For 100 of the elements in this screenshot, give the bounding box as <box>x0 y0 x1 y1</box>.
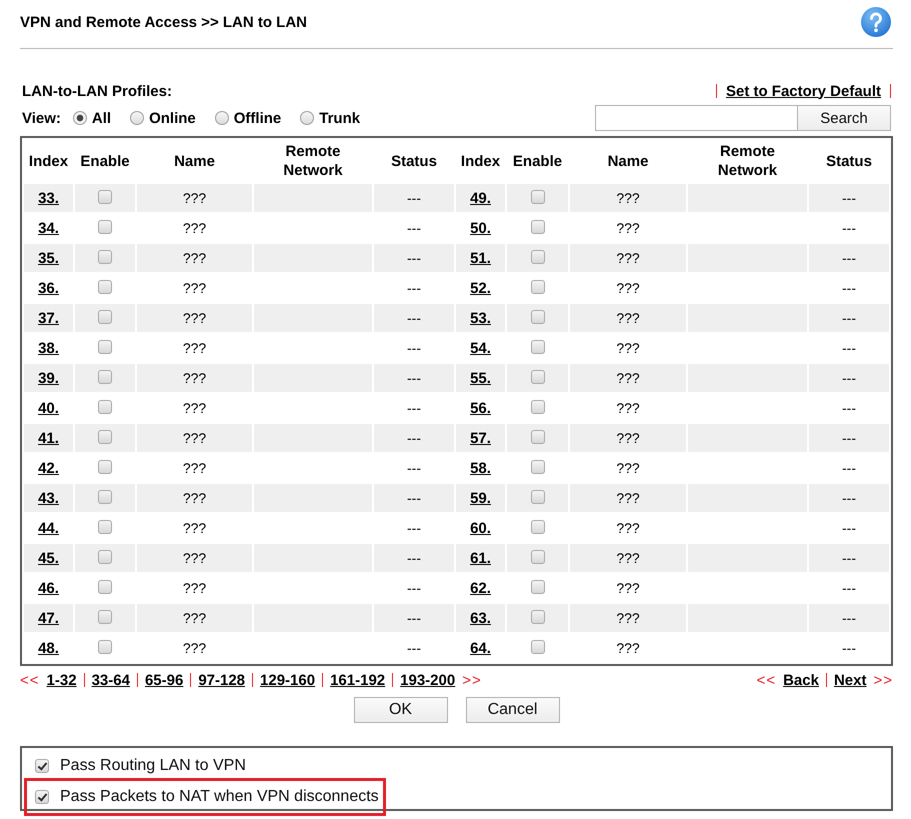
profile-link[interactable]: 57. <box>470 430 491 446</box>
checkbox[interactable] <box>530 640 544 654</box>
checkbox[interactable] <box>530 550 544 564</box>
page-link[interactable]: 33-64 <box>92 672 130 688</box>
profile-link[interactable]: 37. <box>38 310 59 326</box>
profile-link[interactable]: 54. <box>470 340 491 356</box>
checkbox[interactable] <box>530 520 544 534</box>
profile-link[interactable]: 44. <box>38 520 59 536</box>
view-label: View: <box>22 110 61 126</box>
page-link[interactable]: 97-128 <box>198 672 246 688</box>
checkbox[interactable] <box>530 610 544 624</box>
checkbox[interactable] <box>530 460 544 474</box>
radio-button[interactable] <box>72 111 87 125</box>
back-link[interactable]: Back <box>783 672 819 688</box>
checkbox[interactable] <box>98 220 112 234</box>
checkbox[interactable] <box>98 250 112 264</box>
profile-link[interactable]: 38. <box>38 340 59 356</box>
page-link[interactable]: 65-96 <box>144 672 184 688</box>
search-button[interactable]: Search <box>797 105 891 131</box>
profile-link[interactable]: 59. <box>470 490 491 506</box>
radio-button[interactable] <box>130 111 144 125</box>
checkbox[interactable] <box>98 310 112 324</box>
profile-link[interactable]: 41. <box>38 430 59 446</box>
profile-link[interactable]: 63. <box>470 610 491 626</box>
checkbox[interactable] <box>98 460 112 474</box>
radio-button[interactable] <box>300 111 314 125</box>
checkbox[interactable] <box>530 190 544 204</box>
profile-link[interactable]: 53. <box>470 310 491 326</box>
option-label[interactable]: Pass Routing LAN to VPN <box>60 757 246 775</box>
radio-label[interactable]: All <box>92 110 112 126</box>
profile-link[interactable]: 40. <box>38 400 59 416</box>
checkbox[interactable] <box>35 790 49 804</box>
profile-link[interactable]: 61. <box>470 550 491 566</box>
checkbox[interactable] <box>98 190 112 204</box>
ok-button[interactable]: OK <box>354 697 448 723</box>
table-cell: --- <box>809 484 889 512</box>
profile-link[interactable]: 42. <box>38 460 59 476</box>
table-cell: ??? <box>570 244 686 272</box>
checkbox[interactable] <box>98 580 112 594</box>
profile-link[interactable]: 36. <box>38 280 59 296</box>
checkbox[interactable] <box>98 280 112 294</box>
checkbox[interactable] <box>530 340 544 354</box>
checkbox[interactable] <box>98 610 112 624</box>
checkbox[interactable] <box>98 370 112 384</box>
table-cell-text: --- <box>841 279 857 298</box>
profile-link[interactable]: 43. <box>38 490 59 506</box>
radio-label[interactable]: Online <box>149 110 196 126</box>
checkbox[interactable] <box>530 310 544 324</box>
radio-button[interactable] <box>214 111 229 125</box>
table-cell: ??? <box>137 244 252 272</box>
next-link[interactable]: Next <box>834 672 866 688</box>
profile-link[interactable]: 52. <box>470 280 491 296</box>
table-cell: --- <box>809 364 889 392</box>
profile-link[interactable]: 50. <box>470 220 491 236</box>
profile-link[interactable]: 46. <box>38 580 59 596</box>
checkbox[interactable] <box>530 280 544 294</box>
checkbox[interactable] <box>530 430 544 444</box>
factory-default-link[interactable]: Set to Factory Default <box>726 82 881 100</box>
checkbox[interactable] <box>530 250 544 264</box>
page-link[interactable]: 193-200 <box>400 672 456 688</box>
profile-link[interactable]: 34. <box>38 220 59 236</box>
profile-link[interactable]: 47. <box>38 610 59 626</box>
checkbox[interactable] <box>98 640 112 654</box>
checkbox[interactable] <box>530 370 544 384</box>
checkbox[interactable] <box>98 400 112 414</box>
profile-link[interactable]: 60. <box>470 520 491 536</box>
profile-link[interactable]: 45. <box>38 550 59 566</box>
checkbox[interactable] <box>98 550 112 564</box>
page-link[interactable]: 129-160 <box>260 672 316 688</box>
page-link[interactable]: 161-192 <box>330 672 386 688</box>
checkbox[interactable] <box>530 400 544 414</box>
radio-label[interactable]: Offline <box>234 110 282 126</box>
profile-link[interactable]: 49. <box>470 190 491 206</box>
cancel-button[interactable]: Cancel <box>466 697 560 723</box>
checkbox[interactable] <box>35 759 49 773</box>
page-title: VPN and Remote Access >> LAN to LAN <box>20 14 308 30</box>
page-link[interactable]: 1-32 <box>46 672 77 688</box>
checkbox[interactable] <box>98 520 112 534</box>
checkbox[interactable] <box>530 220 544 234</box>
radio-label[interactable]: Trunk <box>319 110 360 126</box>
option-label[interactable]: Pass Packets to NAT when VPN disconnects <box>60 788 379 806</box>
profile-link[interactable]: 58. <box>470 460 491 476</box>
checkbox[interactable] <box>98 430 112 444</box>
checkbox[interactable] <box>98 340 112 354</box>
profile-link[interactable]: 55. <box>470 370 491 386</box>
checkbox[interactable] <box>98 490 112 504</box>
search-field[interactable] <box>595 105 797 131</box>
profile-link[interactable]: 48. <box>38 640 59 656</box>
profile-link[interactable]: 51. <box>470 250 491 266</box>
checkbox[interactable] <box>530 490 544 504</box>
table-cell: ??? <box>137 424 252 452</box>
checkbox[interactable] <box>530 580 544 594</box>
profile-link[interactable]: 62. <box>470 580 491 596</box>
profile-link[interactable]: 64. <box>470 640 491 656</box>
profile-link[interactable]: 35. <box>38 250 59 266</box>
profile-link[interactable]: 39. <box>38 370 59 386</box>
table-cell: --- <box>809 424 889 452</box>
profile-link[interactable]: 33. <box>38 190 59 206</box>
help-icon[interactable] <box>861 7 891 37</box>
profile-link[interactable]: 56. <box>470 400 491 416</box>
